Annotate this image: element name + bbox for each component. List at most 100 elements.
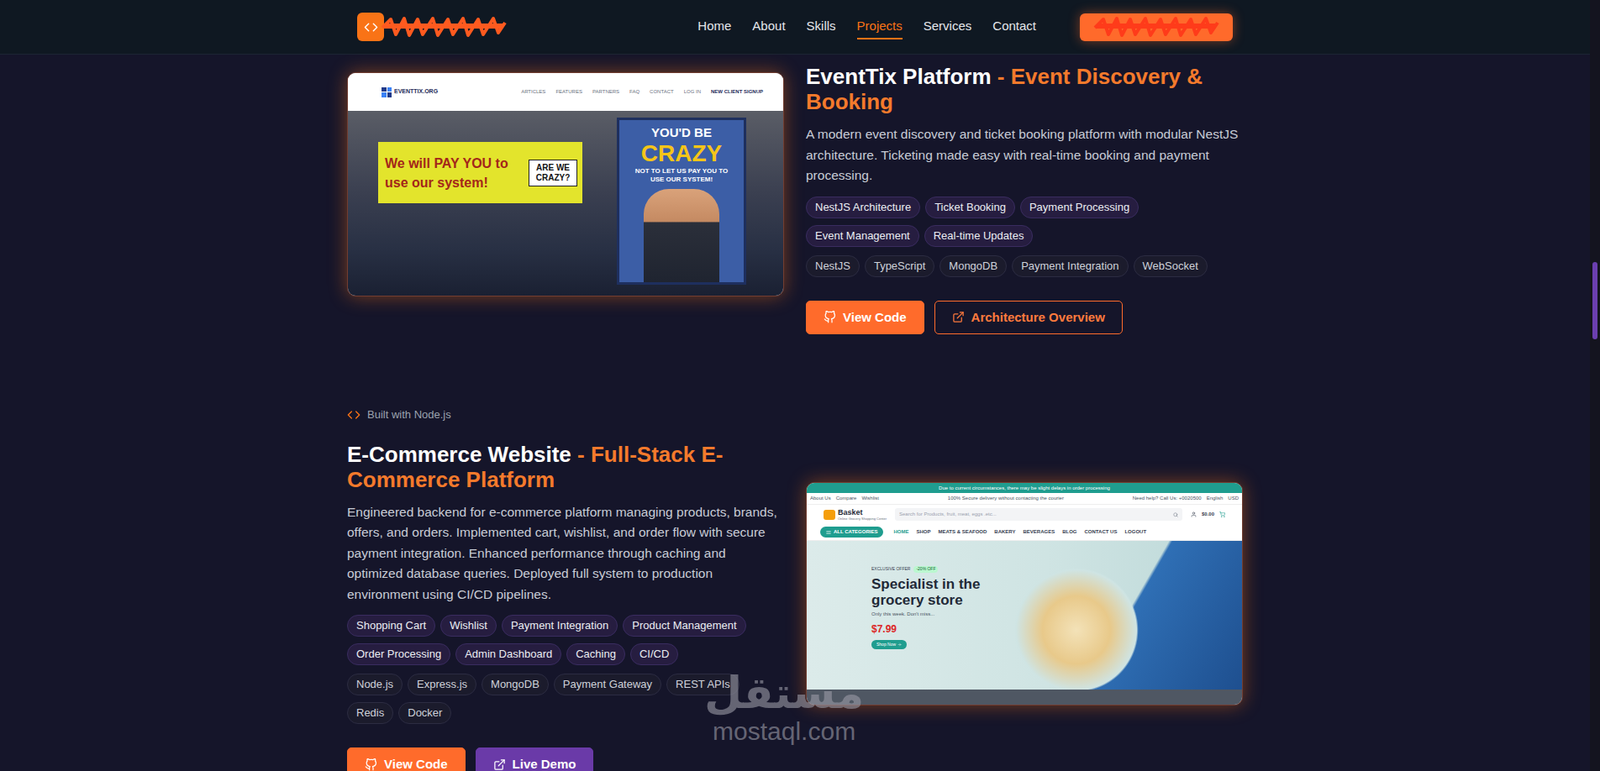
nav-link[interactable]: Skills bbox=[806, 14, 837, 41]
tech-tag: NestJS bbox=[805, 255, 860, 278]
store-nav-link: BEVERAGES bbox=[1022, 528, 1055, 537]
project-subtitle: - Full-Stack E-Commerce Platform bbox=[347, 442, 723, 493]
store-search: Search for Products, fruit, meat, eggs .… bbox=[894, 508, 1183, 522]
feature-tags: NestJS ArchitectureTicket BookingPayment… bbox=[805, 196, 1243, 248]
qr-cell bbox=[387, 92, 393, 98]
hero-subtitle: Only this week. Don't miss... bbox=[871, 610, 975, 619]
store-account: $0.00 bbox=[1190, 510, 1226, 519]
top-links-right: Need help? Call Us: +0020500EnglishUSD bbox=[1132, 494, 1239, 503]
preview-nav-link: FAQ bbox=[629, 88, 640, 96]
hero-price: $7.99 bbox=[871, 621, 975, 637]
preview-footer-strip bbox=[806, 689, 1243, 706]
poster-headline: CRAZY bbox=[641, 140, 722, 168]
top-link: Compare bbox=[836, 494, 858, 503]
projects-section: EVENTTIX.ORG ARTICLES FEATURES PARTNERS FAQ C… bbox=[347, 54, 1243, 771]
user-icon bbox=[1190, 511, 1197, 518]
code-icon bbox=[363, 20, 379, 35]
tech-tag: Express.js bbox=[407, 673, 477, 696]
search-icon bbox=[1173, 512, 1179, 518]
logo-badge bbox=[357, 12, 385, 42]
redaction-scribble-icon bbox=[1093, 15, 1220, 38]
poster-top: YOU'D BE bbox=[651, 125, 712, 141]
locale-option: English bbox=[1206, 494, 1224, 503]
preview-hero-photo: We will PAY YOU to use our system!ARE WE… bbox=[347, 110, 784, 296]
main-nav: Home About Skills Projects Services Contact bbox=[697, 14, 1037, 41]
button-label: View Code bbox=[842, 308, 907, 328]
preview-nav-link: PARTNERS bbox=[592, 88, 620, 96]
redaction-scribble-icon bbox=[380, 15, 507, 38]
link-button[interactable]: Live Demo bbox=[475, 747, 595, 771]
top-link: Wishlist bbox=[861, 494, 879, 503]
delivery-promise: 100% Secure delivery without contacting … bbox=[947, 494, 1064, 503]
logo[interactable] bbox=[357, 12, 507, 42]
project-subtitle: - Event Discovery & Booking bbox=[805, 63, 1203, 115]
project-description: A modern event discovery and ticket book… bbox=[805, 124, 1243, 187]
project-title: EventTix Platform - Event Discovery & Bo… bbox=[805, 63, 1243, 115]
promo-banner-text: We will PAY YOU to use our system! bbox=[378, 153, 529, 193]
github-icon bbox=[823, 310, 837, 324]
project-info: EventTix Platform - Event Discovery & Bo… bbox=[805, 63, 1243, 335]
preview-nav-cta: NEW CLIENT SIGNUP bbox=[710, 88, 764, 96]
feature-tag: Order Processing bbox=[347, 643, 451, 666]
store-search-placeholder: Search for Products, fruit, meat, eggs .… bbox=[899, 510, 997, 519]
store-name: Basket bbox=[837, 508, 887, 517]
feature-tag: Payment Integration bbox=[501, 615, 618, 637]
feature-tag: Real-time Updates bbox=[924, 225, 1034, 248]
top-links-left: About UsCompareWishlist bbox=[810, 494, 879, 503]
store-nav-link: BLOG bbox=[1062, 528, 1077, 537]
site-header: Home About Skills Projects Services Contact bbox=[0, 0, 1590, 55]
nav-link[interactable]: Home bbox=[697, 14, 732, 41]
preview-nav-link: CONTACT bbox=[649, 88, 674, 96]
notice-bar: Due to current circumstances, there may … bbox=[806, 483, 1243, 494]
preview-nav-link: FEATURES bbox=[555, 88, 583, 96]
page-main: Home About Skills Projects Services Contact EV… bbox=[0, 0, 1590, 771]
project-badge-label: Built with Node.js bbox=[367, 406, 452, 424]
cta-button[interactable] bbox=[1079, 13, 1233, 42]
tech-tag: MongoDB bbox=[939, 255, 1007, 278]
tech-tag: Payment Gateway bbox=[553, 673, 662, 696]
menu-icon bbox=[826, 530, 832, 536]
store-logo: BasketOnline Grocery Shopping Center bbox=[823, 508, 887, 522]
hero-title: Specialist in the grocery store bbox=[871, 576, 990, 609]
feature-tags: Shopping CartWishlistPayment Integration… bbox=[347, 615, 785, 666]
view-code-button[interactable]: View Code bbox=[805, 300, 925, 336]
tech-tag: MongoDB bbox=[481, 673, 549, 696]
categories-button: ALL CATEGORIES bbox=[820, 526, 884, 538]
tech-tag: Payment Integration bbox=[1011, 255, 1128, 278]
hero-eyebrow-row: EXCLUSIVE OFFER-20% OFF bbox=[871, 566, 975, 574]
hero-photo bbox=[974, 541, 1243, 690]
preview-logo-text: EVENTTIX.ORG bbox=[394, 87, 438, 97]
feature-tag: CI/CD bbox=[630, 643, 679, 666]
promo-poster: YOU'D BECRAZYNOT TO LET US PAY YOU TO US… bbox=[616, 117, 747, 285]
qr-cell bbox=[381, 87, 387, 93]
nav-link[interactable]: Projects bbox=[857, 14, 903, 41]
qr-icon bbox=[381, 87, 392, 98]
view-code-button[interactable]: View Code bbox=[347, 747, 466, 771]
nav-link[interactable]: About bbox=[752, 14, 785, 41]
project-actions: View Code Architecture Overview bbox=[805, 300, 1243, 336]
project-badge: Built with Node.js bbox=[347, 406, 785, 424]
cart-total: $0.00 bbox=[1201, 510, 1215, 519]
link-button[interactable]: Architecture Overview bbox=[934, 300, 1123, 336]
basket-icon bbox=[823, 510, 836, 521]
scrollbar-track[interactable] bbox=[1589, 0, 1600, 771]
promo-banner: We will PAY YOU to use our system!ARE WE… bbox=[378, 142, 583, 204]
external-link-icon bbox=[493, 758, 506, 771]
watermark: مستقلmostaql.com bbox=[704, 668, 864, 747]
nav-link[interactable]: Services bbox=[923, 14, 973, 41]
feature-tag: Shopping Cart bbox=[347, 615, 436, 637]
tech-tags: NestJSTypeScriptMongoDBPayment Integrati… bbox=[805, 255, 1243, 278]
hero-button-label: Shop Now bbox=[876, 642, 896, 649]
nav-link[interactable]: Contact bbox=[992, 14, 1037, 41]
preview-nav-link: ARTICLES bbox=[521, 88, 546, 96]
preview-navbar: EVENTTIX.ORG ARTICLES FEATURES PARTNERS FAQ C… bbox=[347, 73, 784, 111]
feature-tag: NestJS Architecture bbox=[805, 196, 921, 219]
preview-nav: ARTICLESFEATURESPARTNERSFAQCONTACTLOG IN… bbox=[521, 88, 764, 96]
project-preview: EVENTTIX.ORG ARTICLES FEATURES PARTNERS FAQ C… bbox=[347, 72, 785, 297]
feature-tag: Event Management bbox=[805, 225, 920, 248]
scrollbar-thumb[interactable] bbox=[1592, 262, 1598, 340]
project-info: Built with Node.jsE-Commerce Website - F… bbox=[347, 406, 785, 771]
project-row: Built with Node.jsE-Commerce Website - F… bbox=[347, 406, 1243, 771]
button-label: View Code bbox=[384, 755, 448, 771]
store-nav-link: LOGOUT bbox=[1124, 528, 1147, 537]
